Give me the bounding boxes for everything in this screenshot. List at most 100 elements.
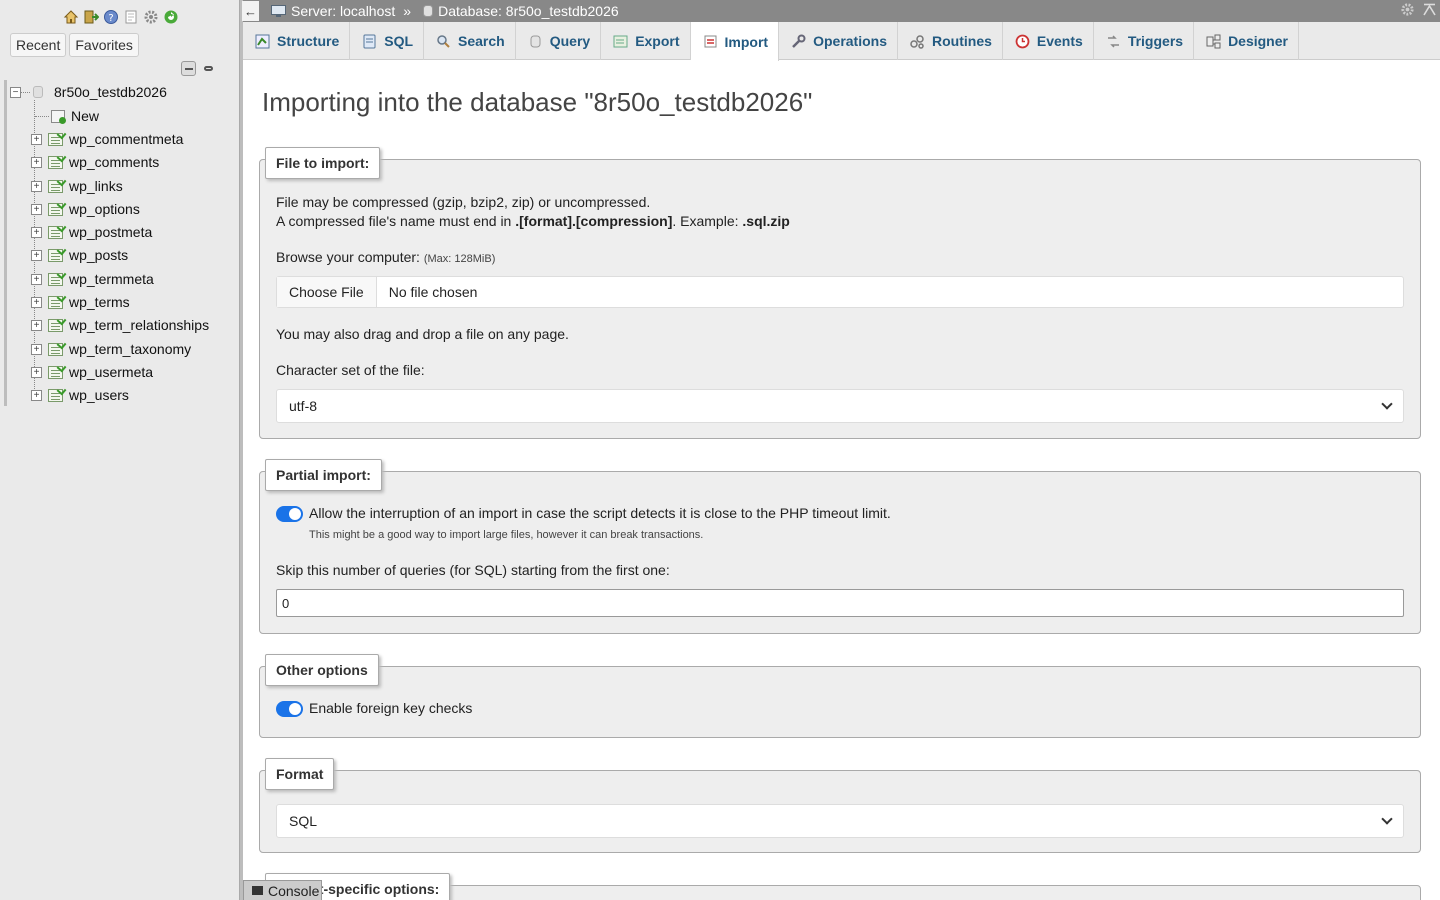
table-name[interactable]: wp_term_relationships: [69, 317, 209, 333]
tab-sql[interactable]: SQL: [350, 22, 425, 60]
breadcrumb-bar: ← Server: localhost » Database: 8r50o_te…: [242, 0, 1440, 22]
tab-label: Routines: [932, 33, 992, 49]
tab-structure[interactable]: Structure: [243, 22, 351, 60]
expand-table-toggle[interactable]: +: [31, 249, 42, 261]
charset-select[interactable]: utf-8: [276, 389, 1404, 423]
breadcrumb-separator: »: [403, 3, 412, 19]
expand-table-toggle[interactable]: +: [31, 226, 42, 238]
table-name[interactable]: wp_options: [69, 201, 140, 217]
skip-queries-input[interactable]: 0: [276, 589, 1404, 617]
allow-interrupt-label[interactable]: Allow the interruption of an import in c…: [309, 505, 891, 521]
collapse-database-toggle[interactable]: −: [10, 86, 21, 98]
tab-export[interactable]: Export: [601, 22, 691, 60]
docs-icon[interactable]: [122, 9, 139, 26]
settings-gear-icon[interactable]: [142, 9, 159, 26]
tree-table-row[interactable]: + wp_termmeta: [31, 269, 154, 289]
drag-drop-hint: You may also drag and drop a file on any…: [276, 326, 569, 342]
routines-icon: [910, 34, 924, 49]
section-legend: Other options: [265, 654, 379, 686]
database-icon: [423, 5, 434, 17]
tree-table-row[interactable]: + wp_term_taxonomy: [31, 339, 191, 359]
console-toggle-button[interactable]: Console: [243, 880, 322, 900]
table-name[interactable]: wp_postmeta: [69, 224, 152, 240]
terminal-icon: [252, 886, 263, 895]
expand-table-toggle[interactable]: +: [31, 296, 42, 308]
choose-file-button[interactable]: Choose File: [277, 277, 377, 307]
tree-table-row[interactable]: + wp_usermeta: [31, 362, 153, 382]
clock-icon: [1015, 34, 1030, 48]
tree-table-row[interactable]: + wp_posts: [31, 245, 128, 265]
table-name[interactable]: wp_links: [69, 178, 123, 194]
nav-tab-recent[interactable]: Recent: [10, 33, 67, 57]
chevron-down-icon: [1381, 813, 1393, 825]
table-name[interactable]: wp_comments: [69, 154, 159, 170]
tab-search[interactable]: Search: [424, 22, 516, 60]
search-icon: [437, 34, 450, 48]
database-name[interactable]: 8r50o_testdb2026: [54, 84, 167, 100]
tree-table-row[interactable]: + wp_terms: [31, 292, 130, 312]
tab-import[interactable]: Import: [690, 22, 780, 61]
tree-database-row[interactable]: − 8r50o_testdb2026: [10, 82, 167, 102]
foreign-key-checks-label[interactable]: Enable foreign key checks: [309, 700, 472, 716]
file-input[interactable]: Choose File No file chosen: [276, 276, 1404, 308]
tree-table-row[interactable]: + wp_options: [31, 199, 140, 219]
table-name[interactable]: wp_termmeta: [69, 271, 154, 287]
navigation-panel: ? Recent Favorites − 8r50o_testdb2026 Ne…: [0, 0, 240, 900]
tab-events[interactable]: Events: [1003, 22, 1094, 60]
expand-table-toggle[interactable]: +: [31, 203, 42, 215]
table-name[interactable]: wp_terms: [69, 294, 130, 310]
expand-table-toggle[interactable]: +: [31, 133, 42, 145]
tree-table-row[interactable]: + wp_commentmeta: [31, 129, 183, 149]
tree-table-row[interactable]: + wp_postmeta: [31, 222, 152, 242]
table-icon: [48, 176, 67, 193]
section-legend: File to import:: [265, 147, 381, 179]
main-tab-bar: Structure SQL Search Query Export Import…: [243, 22, 1440, 61]
table-name[interactable]: wp_commentmeta: [69, 131, 183, 147]
tree-table-row[interactable]: + wp_term_relationships: [31, 315, 209, 335]
new-table-link[interactable]: New: [71, 108, 99, 124]
tree-table-row[interactable]: + wp_users: [31, 385, 129, 405]
expand-table-toggle[interactable]: +: [31, 180, 42, 192]
expand-table-toggle[interactable]: +: [31, 366, 42, 378]
allow-interrupt-toggle[interactable]: [276, 506, 303, 522]
table-icon: [48, 222, 67, 239]
expand-table-toggle[interactable]: +: [31, 389, 42, 401]
collapse-all-button[interactable]: [181, 61, 196, 76]
link-with-main-panel-icon[interactable]: [201, 61, 216, 76]
expand-table-toggle[interactable]: +: [31, 273, 42, 285]
reload-icon[interactable]: [162, 9, 179, 26]
breadcrumb-database[interactable]: Database: 8r50o_testdb2026: [423, 3, 619, 19]
logout-icon[interactable]: [82, 9, 99, 26]
help-icon[interactable]: ?: [102, 9, 119, 26]
tab-designer[interactable]: Designer: [1194, 22, 1299, 60]
tab-routines[interactable]: Routines: [898, 22, 1003, 60]
tab-label: SQL: [384, 33, 414, 49]
expand-table-toggle[interactable]: +: [31, 319, 42, 331]
format-specific-options-section: Format-specific options:: [259, 873, 1421, 900]
table-name[interactable]: wp_posts: [69, 247, 128, 263]
expand-table-toggle[interactable]: +: [31, 156, 42, 168]
expand-table-toggle[interactable]: +: [31, 343, 42, 355]
table-name[interactable]: wp_users: [69, 387, 129, 403]
breadcrumb-server[interactable]: Server: localhost: [271, 3, 395, 19]
foreign-key-checks-toggle[interactable]: [276, 701, 303, 717]
tree-table-row[interactable]: + wp_links: [31, 176, 123, 196]
tree-connector: [35, 116, 49, 117]
page-settings-gear-icon[interactable]: [1400, 2, 1415, 17]
collapse-nav-button[interactable]: ←: [242, 1, 259, 21]
nav-tab-favorites[interactable]: Favorites: [69, 33, 139, 57]
tree-table-row[interactable]: + wp_comments: [31, 152, 159, 172]
tab-query[interactable]: Query: [516, 22, 602, 60]
database-tree: − 8r50o_testdb2026 New + wp_commentmeta +…: [4, 80, 240, 406]
tab-operations[interactable]: Operations: [779, 22, 898, 60]
format-select[interactable]: SQL: [276, 804, 1404, 838]
tab-triggers[interactable]: Triggers: [1094, 22, 1195, 60]
tree-new-table-row[interactable]: New: [51, 106, 99, 126]
collapse-up-icon[interactable]: [1423, 3, 1436, 16]
table-name[interactable]: wp_term_taxonomy: [69, 341, 191, 357]
info-format: .[format].[compression]: [515, 213, 673, 229]
charset-label: Character set of the file:: [276, 362, 425, 378]
table-name[interactable]: wp_usermeta: [69, 364, 153, 380]
table-icon: [48, 385, 67, 402]
home-icon[interactable]: [62, 9, 79, 26]
